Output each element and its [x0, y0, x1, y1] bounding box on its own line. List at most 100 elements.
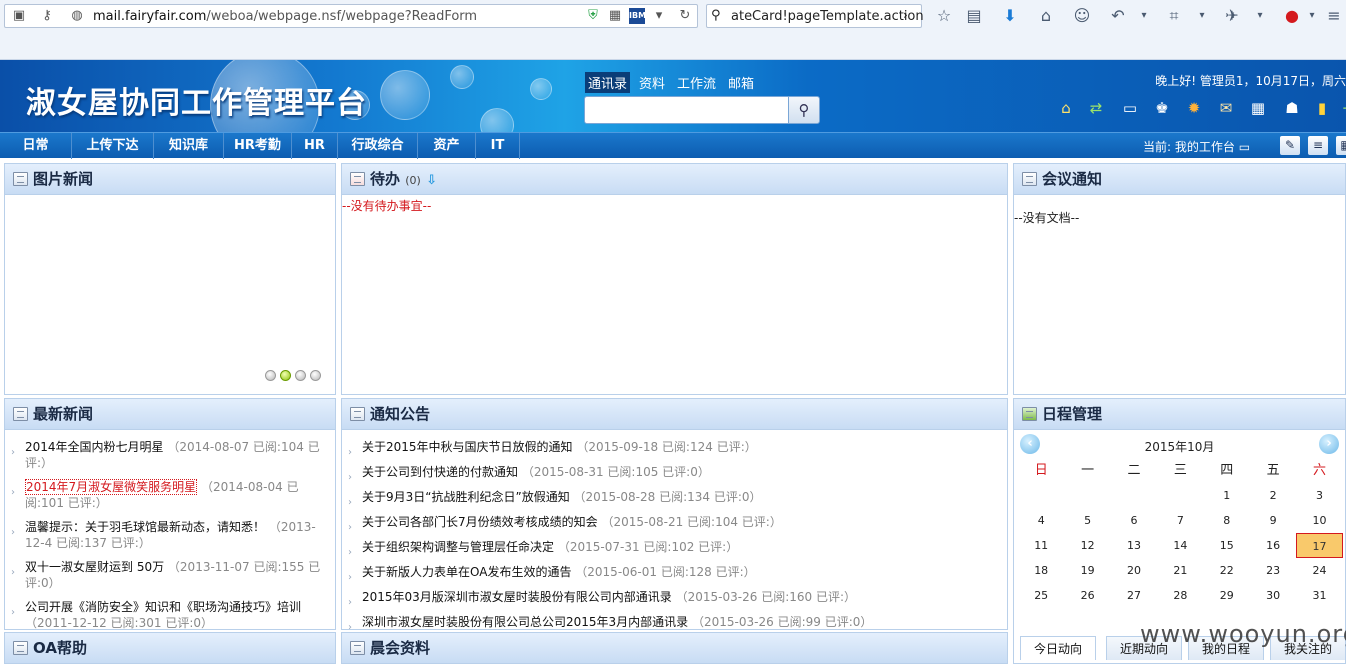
- swap-arrows-icon[interactable]: ⇄: [1086, 98, 1106, 118]
- address-bar[interactable]: ▣ ⚷ ◍ mail.fairyfair.com/weboa/webpage.n…: [4, 4, 698, 28]
- list-item[interactable]: 关于9月3日“抗战胜利纪念日”放假通知 （2015-08-28 已阅:134 已…: [342, 489, 1007, 514]
- calendar-day[interactable]: 6: [1111, 508, 1157, 533]
- next-month-icon[interactable]: ›: [1319, 434, 1339, 454]
- profile-icon[interactable]: ●: [1282, 6, 1302, 26]
- top-nav-mail[interactable]: 邮箱: [725, 72, 757, 93]
- ibm-icon[interactable]: IBM: [629, 8, 646, 24]
- calendar-day[interactable]: 16: [1250, 533, 1296, 558]
- list-item[interactable]: 2014年7月淑女屋微笑服务明星 （2014-08-04 已阅:101 已评:）: [5, 479, 335, 519]
- news-title[interactable]: 温馨提示：关于羽毛球馆最新动态，请知悉！: [25, 520, 265, 534]
- calendar-day[interactable]: 19: [1064, 558, 1110, 583]
- site-logo[interactable]: 淑女屋协同工作管理平台: [26, 78, 367, 122]
- nav-hr-attendance[interactable]: HR考勤: [224, 133, 292, 159]
- profile-dropdown-icon[interactable]: ▾: [1302, 6, 1322, 26]
- identity-icon[interactable]: ▣: [11, 8, 27, 24]
- reading-list-icon[interactable]: ▤: [964, 6, 984, 26]
- notice-title[interactable]: 关于组织架构调整与管理层任命决定: [362, 540, 554, 554]
- calendar-day[interactable]: 26: [1064, 583, 1110, 608]
- calendar-day[interactable]: 7: [1157, 508, 1203, 533]
- user-card-icon[interactable]: ☗: [1282, 98, 1302, 118]
- news-title-highlighted[interactable]: 2014年7月淑女屋微笑服务明星: [25, 479, 198, 495]
- go-arrow-icon[interactable]: ›: [903, 8, 908, 22]
- edit-layout-icon[interactable]: ✎: [1280, 136, 1300, 155]
- list-item[interactable]: 深圳市淑女屋时装股份有限公司总公司2015年3月内部通讯录 （2015-03-2…: [342, 614, 1007, 629]
- menu-icon[interactable]: ≡: [1324, 6, 1344, 26]
- settings-gear-icon[interactable]: ✹: [1184, 98, 1204, 118]
- notice-title[interactable]: 关于新版人力表单在OA发布生效的通告: [362, 565, 571, 579]
- news-title[interactable]: 公司开展《消防安全》知识和《职场沟通技巧》培训: [25, 600, 301, 614]
- crop-icon[interactable]: ⌗: [1164, 6, 1184, 26]
- top-nav-contacts[interactable]: 通讯录: [585, 72, 631, 93]
- home-icon[interactable]: ⌂: [1056, 98, 1076, 118]
- note-icon[interactable]: ▮: [1312, 98, 1332, 118]
- nav-hr[interactable]: HR: [292, 133, 338, 159]
- shield-icon[interactable]: ⛨: [585, 8, 601, 24]
- calendar-day[interactable]: 20: [1111, 558, 1157, 583]
- undo-icon[interactable]: ↶: [1108, 6, 1128, 26]
- calendar-day[interactable]: 15: [1204, 533, 1250, 558]
- download-icon[interactable]: ⬇: [1000, 6, 1020, 26]
- header-search-input[interactable]: [584, 96, 789, 124]
- calendar-day[interactable]: 2: [1250, 483, 1296, 508]
- grid-layout-icon[interactable]: ▦: [1336, 136, 1346, 155]
- key-icon[interactable]: ⚷: [39, 8, 55, 24]
- calendar-day[interactable]: 14: [1157, 533, 1203, 558]
- list-item[interactable]: 关于公司各部门长7月份绩效考核成绩的知会 （2015-08-21 已阅:104 …: [342, 514, 1007, 539]
- calendar-day[interactable]: 28: [1157, 583, 1203, 608]
- list-item[interactable]: 2015年03月版深圳市淑女屋时装股份有限公司内部通讯录 （2015-03-26…: [342, 589, 1007, 614]
- carousel-dot-active[interactable]: [280, 370, 291, 381]
- calendar-icon[interactable]: ▦: [1248, 98, 1268, 118]
- list-item[interactable]: 关于公司到付快递的付款通知 （2015-08-31 已阅:105 已评:0）: [342, 464, 1007, 489]
- calendar-day[interactable]: 4: [1018, 508, 1064, 533]
- list-item[interactable]: 温馨提示：关于羽毛球馆最新动态，请知悉！ （2013-12-4 已阅:137 已…: [5, 519, 335, 559]
- calendar-day[interactable]: 24: [1296, 558, 1342, 583]
- extension-icon[interactable]: ✈: [1222, 6, 1242, 26]
- top-nav-workflow[interactable]: 工作流: [674, 72, 719, 93]
- calendar-day[interactable]: 5: [1064, 508, 1110, 533]
- nav-assets[interactable]: 资产: [418, 133, 476, 159]
- tab-today[interactable]: 今日动向: [1020, 636, 1096, 660]
- dropdown-icon[interactable]: ▾: [651, 8, 667, 24]
- calendar-day[interactable]: 10: [1296, 508, 1342, 533]
- nav-daily[interactable]: 日常: [0, 133, 72, 159]
- bookmark-star-icon[interactable]: ☆: [934, 6, 954, 26]
- list-item[interactable]: 关于新版人力表单在OA发布生效的通告 （2015-06-01 已阅:128 已评…: [342, 564, 1007, 589]
- list-item[interactable]: 关于2015年中秋与国庆节日放假的通知 （2015-09-18 已阅:124 已…: [342, 439, 1007, 464]
- news-title[interactable]: 双十一淑女屋财运到 50万: [25, 560, 164, 574]
- nav-it[interactable]: IT: [476, 133, 520, 159]
- news-title[interactable]: 2014年全国内粉七月明星: [25, 440, 164, 454]
- nav-knowledge[interactable]: 知识库: [154, 133, 224, 159]
- calendar-day[interactable]: 3: [1296, 483, 1342, 508]
- notice-title[interactable]: 关于公司各部门长7月份绩效考核成绩的知会: [362, 515, 598, 529]
- notice-title[interactable]: 关于9月3日“抗战胜利纪念日”放假通知: [362, 490, 570, 504]
- url-text[interactable]: mail.fairyfair.com/weboa/webpage.nsf/web…: [93, 9, 477, 24]
- calendar-day[interactable]: 31: [1296, 583, 1342, 608]
- extension-dropdown-icon[interactable]: ▾: [1250, 6, 1270, 26]
- home-icon[interactable]: ⌂: [1036, 6, 1056, 26]
- header-search-button[interactable]: ⚲: [788, 96, 820, 124]
- notice-title[interactable]: 深圳市淑女屋时装股份有限公司总公司2015年3月内部通讯录: [362, 615, 688, 629]
- calendar-day[interactable]: 21: [1157, 558, 1203, 583]
- notice-title[interactable]: 2015年03月版深圳市淑女屋时装股份有限公司内部通讯录: [362, 590, 672, 604]
- carousel-dot[interactable]: [265, 370, 276, 381]
- calendar-day[interactable]: 12: [1064, 533, 1110, 558]
- list-item[interactable]: 关于组织架构调整与管理层任命决定 （2015-07-31 已阅:102 已评:）: [342, 539, 1007, 564]
- calendar-day[interactable]: 18: [1018, 558, 1064, 583]
- crop-dropdown-icon[interactable]: ▾: [1192, 6, 1212, 26]
- qr-code-icon[interactable]: ▦: [607, 8, 623, 24]
- top-nav-docs[interactable]: 资料: [636, 72, 668, 93]
- shirt-icon[interactable]: ♚: [1152, 98, 1172, 118]
- calendar-day[interactable]: 23: [1250, 558, 1296, 583]
- carousel-dot[interactable]: [295, 370, 306, 381]
- calendar-day[interactable]: 9: [1250, 508, 1296, 533]
- list-item[interactable]: 公司开展《消防安全》知识和《职场沟通技巧》培训 （2011-12-12 已阅:3…: [5, 599, 335, 629]
- calendar-day[interactable]: 11: [1018, 533, 1064, 558]
- calendar-day[interactable]: 25: [1018, 583, 1064, 608]
- calendar-day-today[interactable]: 17: [1296, 533, 1343, 558]
- calendar-day[interactable]: 30: [1250, 583, 1296, 608]
- calendar-day[interactable]: 29: [1204, 583, 1250, 608]
- calendar-day[interactable]: 1: [1204, 483, 1250, 508]
- chat-icon[interactable]: ☺: [1072, 6, 1092, 26]
- notice-title[interactable]: 关于2015年中秋与国庆节日放假的通知: [362, 440, 573, 454]
- download-arrow-icon[interactable]: ⇩: [426, 173, 437, 188]
